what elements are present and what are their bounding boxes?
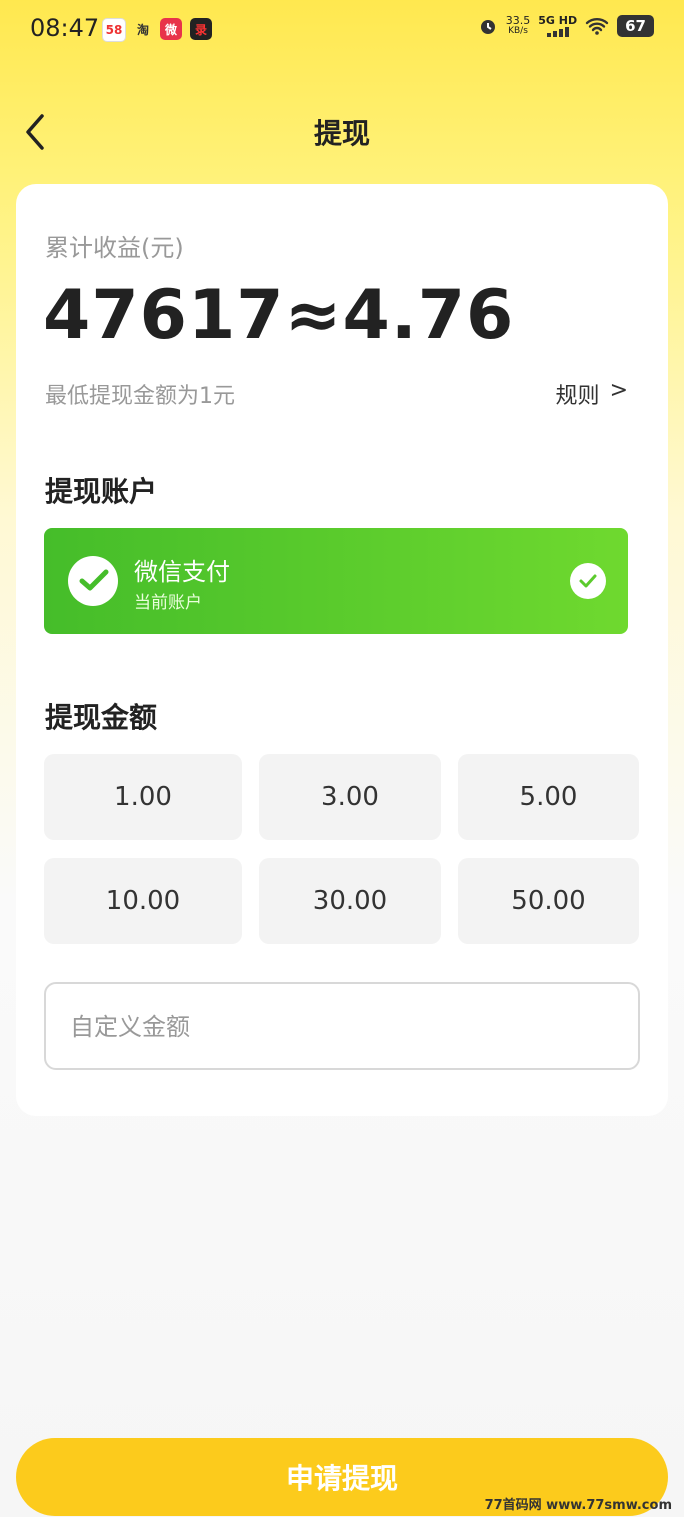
chevron-right-icon: > (609, 378, 628, 403)
custom-amount-input[interactable] (68, 1006, 612, 1048)
wifi-icon (585, 17, 609, 35)
rules-link[interactable]: 规则 > (556, 378, 628, 410)
min-withdraw-note: 最低提现金额为1元 (45, 384, 235, 409)
rules-label: 规则 (555, 384, 600, 409)
watermark: 77首码网 www.77smw.com (484, 1498, 672, 1513)
amount-option[interactable]: 3.00 (259, 754, 441, 840)
account-section-title: 提现账户 (45, 475, 158, 508)
network-type: 5G HD (538, 14, 578, 27)
withdraw-card: 累计收益(元) 47617≈4.76 最低提现金额为1元 规则 > 提现账户 微… (16, 184, 668, 1116)
app-58-icon: 58 (102, 18, 126, 42)
status-time: 08:47 (30, 14, 100, 42)
wechat-pay-option[interactable]: 微信支付 当前账户 (44, 528, 628, 634)
recorder-icon: 录 (190, 18, 212, 40)
account-subtitle: 当前账户 (134, 593, 202, 613)
amount-option[interactable]: 5.00 (458, 754, 639, 840)
account-name: 微信支付 (134, 558, 230, 586)
wechat-pay-icon (68, 556, 118, 606)
status-bar: 08:47 58 淘 微 录 33.5 KB/s 5G HD 67 (0, 0, 684, 60)
speed-unit: KB/s (508, 25, 528, 36)
status-right: 33.5 KB/s 5G HD 67 (478, 14, 654, 37)
taobao-icon: 淘 (136, 22, 149, 37)
signal-icon (546, 27, 569, 37)
nav-bar: 提现 (0, 100, 684, 164)
battery-level: 67 (617, 14, 654, 37)
earnings-amount: 47617≈4.76 (43, 276, 515, 355)
alarm-icon (480, 19, 495, 34)
network-speed: 33.5 KB/s (506, 15, 531, 37)
speed-value: 33.5 (505, 13, 531, 27)
amount-section-title: 提现金额 (45, 701, 158, 734)
custom-amount-field[interactable] (44, 982, 640, 1070)
earnings-label: 累计收益(元) (45, 234, 184, 262)
page-title: 提现 (313, 117, 370, 150)
check-icon (570, 563, 606, 599)
app-red-icon: 微 (160, 18, 182, 40)
amount-option[interactable]: 10.00 (44, 858, 242, 944)
amount-option[interactable]: 30.00 (259, 858, 441, 944)
amount-option[interactable]: 1.00 (44, 754, 242, 840)
amount-option[interactable]: 50.00 (458, 858, 639, 944)
